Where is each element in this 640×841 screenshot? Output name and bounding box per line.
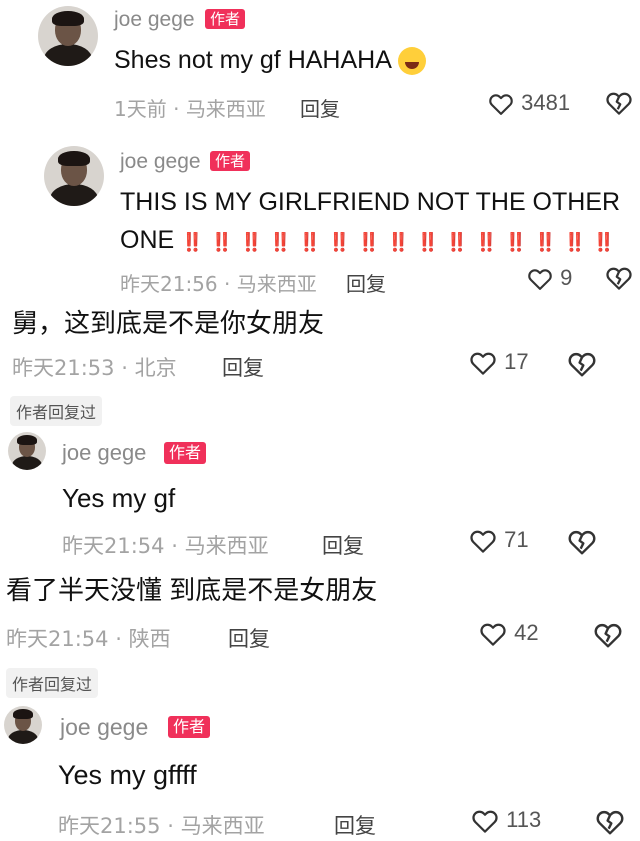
- comment-text: Shes not my gf HAHAHA: [114, 46, 426, 76]
- author-name[interactable]: joe gege: [60, 714, 148, 741]
- dislike-button[interactable]: [604, 88, 634, 118]
- heart-icon: [470, 806, 500, 836]
- author-replied-tag[interactable]: 作者回复过: [10, 396, 103, 426]
- like-button[interactable]: 9: [526, 265, 572, 293]
- author-replied-tag[interactable]: 作者回复过: [6, 668, 99, 698]
- dislike-button[interactable]: [592, 619, 624, 651]
- author-name[interactable]: joe gege: [120, 150, 201, 174]
- comment-meta: 昨天21:56 · 马来西亚: [120, 268, 317, 297]
- like-count: 42: [514, 619, 539, 645]
- broken-heart-icon: [594, 806, 626, 838]
- comment-location: 陕西: [128, 627, 171, 651]
- broken-heart-icon: [566, 526, 598, 558]
- comment-time: 昨天21:54: [62, 534, 165, 558]
- meta-separator: ·: [173, 97, 180, 121]
- avatar[interactable]: [8, 432, 46, 470]
- comment-location: 北京: [134, 356, 177, 380]
- heart-icon: [468, 348, 498, 378]
- heart-icon: [487, 90, 515, 118]
- like-button[interactable]: 113: [470, 806, 541, 836]
- heart-icon: [468, 526, 498, 556]
- comment-time: 昨天21:56: [120, 272, 218, 296]
- like-count: 9: [560, 265, 573, 290]
- heart-icon: [478, 619, 508, 649]
- comment-meta: 昨天21:54 · 马来西亚: [62, 530, 269, 560]
- comment-text: Yes my gffff: [58, 760, 197, 790]
- comment-time: 昨天21:54: [6, 627, 109, 651]
- comment-time: 1天前: [114, 97, 167, 121]
- meta-separator: ·: [121, 356, 128, 380]
- like-count: 113: [506, 806, 542, 832]
- dislike-button[interactable]: [566, 348, 598, 380]
- author-badge: 作者: [168, 716, 211, 738]
- laughing-crying-emoji-icon: [397, 47, 426, 76]
- comment-meta: 1天前 · 马来西亚: [114, 93, 266, 122]
- comment-text-line2: ONE ‼️ ‼️ ‼️ ‼️ ‼️ ‼️ ‼️ ‼️ ‼️ ‼️ ‼️ ‼️ …: [120, 226, 616, 255]
- reply-button[interactable]: 回复: [300, 93, 340, 122]
- reply-button[interactable]: 回复: [222, 352, 264, 382]
- avatar[interactable]: [38, 6, 98, 66]
- broken-heart-icon: [566, 348, 598, 380]
- broken-heart-icon: [604, 263, 634, 293]
- comment-time: 昨天21:53: [12, 356, 115, 380]
- author-name[interactable]: joe gege: [114, 8, 195, 32]
- avatar[interactable]: [4, 706, 42, 744]
- comment-location: 马来西亚: [236, 272, 317, 296]
- author-badge: 作者: [210, 151, 251, 171]
- comment-location: 马来西亚: [185, 97, 266, 121]
- like-button[interactable]: 3481: [487, 90, 570, 118]
- like-button[interactable]: 17: [468, 348, 529, 378]
- meta-separator: ·: [115, 627, 122, 651]
- comment-time: 昨天21:55: [58, 814, 161, 838]
- dislike-button[interactable]: [604, 263, 634, 293]
- like-button[interactable]: 42: [478, 619, 539, 649]
- meta-separator: ·: [224, 272, 231, 296]
- reply-button[interactable]: 回复: [322, 530, 364, 560]
- broken-heart-icon: [592, 619, 624, 651]
- broken-heart-icon: [604, 88, 634, 118]
- comment-text-content: Shes not my gf HAHAHA: [114, 46, 392, 74]
- comment-text-line1: THIS IS MY GIRLFRIEND NOT THE OTHER: [120, 188, 621, 216]
- comment-text: Yes my gf: [62, 483, 176, 513]
- like-count: 3481: [521, 90, 571, 115]
- comment-text: 舅，这到底是不是你女朋友: [12, 308, 325, 338]
- meta-separator: ·: [167, 814, 174, 838]
- double-exclamation-emojis: ‼️ ‼️ ‼️ ‼️ ‼️ ‼️ ‼️ ‼️ ‼️ ‼️ ‼️ ‼️ ‼️ ‼…: [181, 232, 617, 252]
- comment-text: 看了半天没懂 到底是不是女朋友: [6, 575, 378, 605]
- like-count: 17: [504, 348, 529, 374]
- dislike-button[interactable]: [594, 806, 626, 838]
- reply-button[interactable]: 回复: [346, 268, 386, 297]
- comment-meta: 昨天21:53 · 北京: [12, 352, 177, 382]
- comment-meta: 昨天21:54 · 陕西: [6, 623, 171, 653]
- reply-button[interactable]: 回复: [228, 623, 270, 653]
- meta-separator: ·: [171, 534, 178, 558]
- like-button[interactable]: 71: [468, 526, 529, 556]
- comment-meta: 昨天21:55 · 马来西亚: [58, 810, 265, 840]
- heart-icon: [526, 265, 554, 293]
- author-badge: 作者: [205, 9, 246, 29]
- comment-text-line2-content: ONE: [120, 226, 175, 254]
- reply-button[interactable]: 回复: [334, 810, 376, 840]
- comment-location: 马来西亚: [180, 814, 265, 838]
- dislike-button[interactable]: [566, 526, 598, 558]
- author-badge: 作者: [164, 442, 207, 464]
- comment-location: 马来西亚: [184, 534, 269, 558]
- author-name[interactable]: joe gege: [62, 440, 146, 466]
- like-count: 71: [504, 526, 529, 552]
- avatar[interactable]: [44, 146, 104, 206]
